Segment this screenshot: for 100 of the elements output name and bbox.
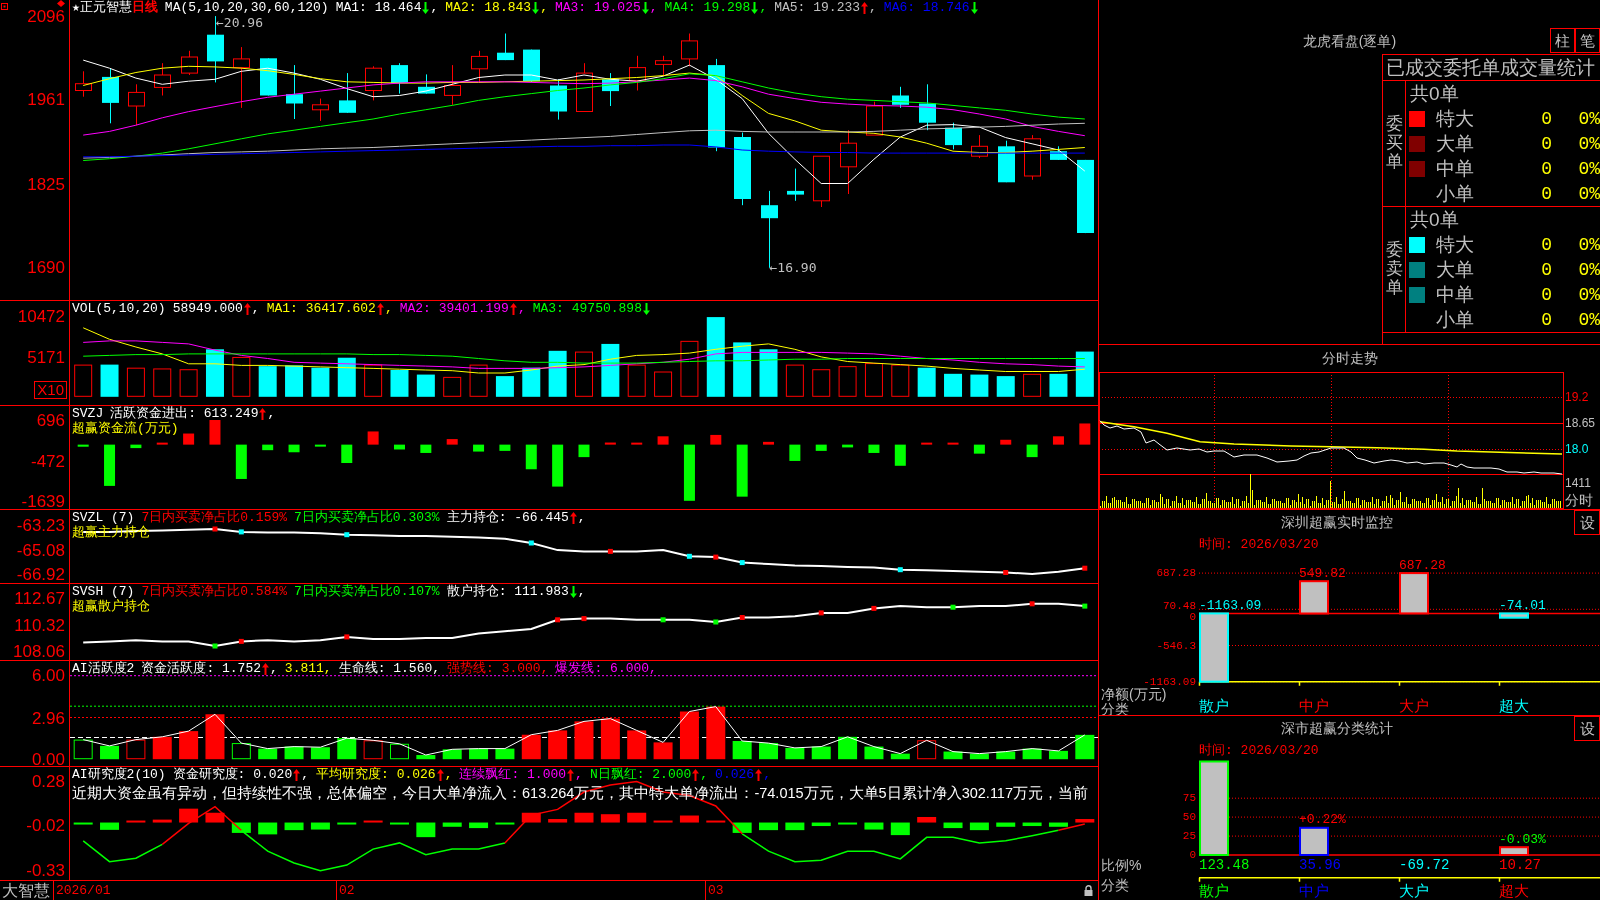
bar-note: +0.22% (1299, 812, 1346, 828)
settings-button[interactable]: 设 (1574, 716, 1600, 741)
indicator-text: , (700, 767, 709, 782)
axis-tick-label: 70.48 (1163, 599, 1196, 612)
candlestick (391, 62, 408, 95)
chart-title: 深圳超赢实时监控 (1279, 513, 1394, 532)
indicator-text: MA(5,10,20,30,60,120) (164, 0, 329, 15)
indicator-text: , (517, 301, 526, 316)
candlestick (813, 155, 830, 208)
order-size-label: 小单 (1436, 308, 1475, 331)
axis-tick-label: -0.02 (26, 817, 65, 834)
indicator-text: SVSH (7) (72, 584, 135, 599)
indicator-text: , (759, 0, 768, 15)
axis-tick-label: 0 (1189, 610, 1196, 623)
indicator-text: , (869, 0, 877, 15)
indicator-text: , (575, 767, 583, 782)
indicator-text: , (577, 584, 586, 599)
candlestick (892, 86, 909, 109)
axis-tick-label: 分时 (1565, 493, 1594, 508)
indicator-text: 主力持仓: -66.445 (446, 510, 569, 525)
axis-tick-label: 0.00 (31, 750, 65, 768)
indicator-text: 58949.000 (172, 301, 243, 316)
axis-tick-label: 6.00 (31, 667, 65, 685)
price-annotation: ←16.90 (769, 260, 817, 276)
order-percent: 0% (1577, 258, 1600, 281)
candlestick (787, 168, 804, 202)
order-percent: 0% (1577, 182, 1600, 205)
square-marker-icon (0, 2, 9, 11)
unit-label: X10 (34, 381, 67, 399)
axis-tick-label: 108.06 (13, 642, 65, 660)
view-toggle-button[interactable]: 笔 (1575, 28, 1600, 53)
order-size-label: 小单 (1436, 182, 1475, 205)
corner-label: 大智慧 (2, 881, 50, 900)
settings-button[interactable]: 设 (1574, 510, 1600, 535)
indicator-text: 7日内买卖净占比0.584% (141, 584, 288, 599)
candlestick (681, 33, 698, 67)
candlestick (919, 83, 936, 131)
indicator-text: MA3: 19.025 (554, 0, 641, 15)
axis-tick-label: 0.28 (31, 773, 65, 791)
candlestick (260, 57, 277, 96)
candlestick (365, 65, 382, 101)
axis-tick-label: 2096 (27, 7, 65, 25)
order-count: 0 (1540, 258, 1552, 281)
category-label: 大户 (1399, 882, 1429, 900)
data-label: -1163.09 (1199, 597, 1262, 613)
indicator-text: , (301, 767, 310, 782)
indicator-text: MA6: 18.746 (883, 0, 970, 15)
category-label: 散户 (1199, 696, 1229, 714)
indicator-text: , (577, 510, 586, 525)
axis-tick-label: -1163.09 (1143, 675, 1196, 688)
panel-title: 龙虎看盘(逐单) (1302, 33, 1397, 51)
category-label: 散户 (1199, 882, 1229, 900)
candlestick (312, 98, 329, 122)
indicator-text: 7日内买卖净占比0.159% (141, 510, 288, 525)
candlestick (998, 140, 1015, 183)
indicator-text: 7日内买卖净占比0.107% (294, 584, 440, 599)
indicator-text: 资金活跃度: 1.752 (141, 661, 261, 676)
axis-tick-label: -1639 (21, 493, 65, 510)
axis-tick-label: -65.08 (16, 541, 65, 559)
indicator-text: 7日内买卖净占比0.303% (294, 510, 440, 525)
candlestick (286, 64, 303, 120)
axis-title: 净额(万元) (1101, 686, 1167, 702)
diamond-icon (57, 0, 65, 7)
order-count: 0 (1540, 107, 1552, 130)
axis-tick-label: -472 (30, 452, 65, 470)
category-label: 超大 (1499, 696, 1529, 714)
indicator-text: 生命线: 1.560, (338, 661, 441, 676)
candlestick (1050, 145, 1067, 161)
order-count: 0 (1540, 233, 1552, 256)
axis-tick-label: 110.32 (14, 616, 65, 634)
indicator-text: MA2: 39401.199 (399, 301, 509, 316)
indicator-text: , (267, 406, 276, 421)
order-count: 0 (1540, 132, 1552, 155)
axis-tick-label: 0 (1189, 849, 1196, 861)
order-size-label: 中单 (1436, 157, 1475, 180)
axis-tick-label: 1825 (27, 175, 65, 193)
order-count: 0 (1540, 182, 1552, 205)
order-percent: 0% (1577, 132, 1600, 155)
category-label: 中户 (1299, 882, 1329, 900)
order-size-label: 中单 (1436, 283, 1475, 306)
indicator-text: 0.026 (715, 767, 755, 782)
value-label: -69.72 (1399, 857, 1450, 873)
order-total: 共0单 (1410, 82, 1459, 105)
axis-tick-label: 10472 (17, 308, 65, 325)
candlestick (550, 78, 567, 121)
indicator-text: , (270, 661, 278, 676)
indicator-text: VOL(5,10,20) (72, 301, 166, 316)
view-toggle-button[interactable]: 柱 (1550, 28, 1575, 53)
candlestick (233, 46, 250, 109)
data-label: 549.82 (1299, 565, 1346, 581)
side-label: 委买单 (1385, 115, 1403, 172)
category-label: 大户 (1399, 696, 1429, 714)
indicator-text: 爆发线: 6.000, (555, 661, 657, 676)
indicator-text: , (430, 0, 439, 15)
axis-tick-label: 19.2 (1565, 391, 1590, 404)
axis-tick-label: 696 (36, 412, 65, 429)
candlestick (629, 55, 646, 91)
axis-tick-label: 2.96 (31, 709, 65, 727)
date-label: 03 (708, 882, 724, 900)
indicator-text: MA3: 49750.898 (532, 301, 642, 316)
